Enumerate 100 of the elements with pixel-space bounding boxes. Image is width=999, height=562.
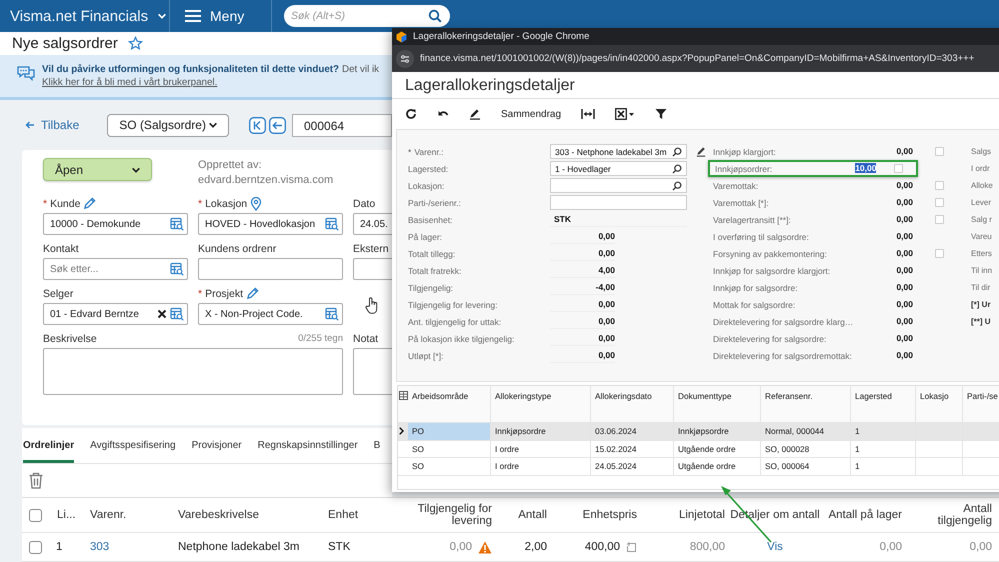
lookup-field[interactable]: Søk etter... bbox=[43, 258, 188, 280]
search-icon[interactable] bbox=[672, 146, 682, 156]
grid-row[interactable]: SO I ordre 15.02.2024 Utgående ordre SO, 000028 1 bbox=[398, 440, 999, 458]
table-cell: 24.05.2024 bbox=[595, 461, 637, 472]
pencil-icon[interactable] bbox=[246, 287, 260, 300]
grid-row[interactable]: SO I ordre 24.05.2024 Utgående ordre SO, 000064 1 bbox=[398, 458, 999, 476]
search-icon[interactable] bbox=[672, 180, 682, 190]
table-cell: SO, 000028 bbox=[765, 444, 810, 454]
column-header[interactable]: Antall på lager bbox=[828, 509, 902, 521]
input-field[interactable] bbox=[550, 195, 687, 210]
field-label: Varemottak [*]: bbox=[713, 198, 770, 208]
table-cell: PO bbox=[412, 426, 424, 436]
lookup-icon[interactable] bbox=[170, 217, 184, 231]
search-icon[interactable] bbox=[672, 164, 682, 174]
lookup-field[interactable]: 10000 - Demokunde bbox=[43, 213, 188, 235]
checkbox[interactable] bbox=[934, 181, 944, 190]
value-text: STK bbox=[550, 212, 687, 227]
checkbox[interactable] bbox=[28, 508, 42, 522]
column-header[interactable]: Allokeringsdato bbox=[595, 391, 652, 401]
field-label: Parti-/serienr.: bbox=[408, 198, 461, 208]
column-header[interactable]: Varebeskrivelse bbox=[178, 509, 259, 521]
column-header[interactable]: Referansenr. bbox=[765, 391, 813, 401]
checkbox[interactable] bbox=[28, 540, 42, 554]
edit-icon[interactable] bbox=[469, 108, 481, 120]
input-field[interactable] bbox=[198, 258, 343, 280]
lookup-icon[interactable] bbox=[325, 307, 339, 321]
previous-record-button[interactable] bbox=[269, 116, 286, 134]
filter-icon[interactable] bbox=[655, 108, 668, 120]
field-label: Alloke bbox=[971, 181, 993, 190]
order-number-field[interactable]: 000064 bbox=[292, 114, 392, 136]
lookup-icon[interactable] bbox=[325, 217, 339, 231]
edit-icon[interactable] bbox=[696, 146, 707, 157]
column-header[interactable]: Varenr. bbox=[90, 509, 126, 521]
created-by-value: edvard.berntzen.visma.com bbox=[198, 173, 334, 188]
checkbox[interactable] bbox=[934, 215, 944, 224]
value-text: 0,00 bbox=[895, 213, 913, 226]
column-header[interactable]: Enhet bbox=[328, 509, 358, 521]
field-label: Forsyning av pakkemontering: bbox=[713, 248, 828, 258]
status-dropdown[interactable]: Åpen bbox=[43, 158, 152, 181]
column-header[interactable]: Arbeidsområde bbox=[412, 391, 468, 401]
field-label: Utløpt [*]: bbox=[408, 350, 444, 360]
back-link[interactable]: Tilbake bbox=[25, 118, 108, 132]
search-icon[interactable] bbox=[428, 9, 442, 23]
table-cell: 1 bbox=[855, 461, 860, 472]
link[interactable]: 303 bbox=[90, 541, 110, 553]
star-icon[interactable] bbox=[128, 36, 143, 51]
column-header[interactable]: Tilgjengelig for levering bbox=[402, 503, 492, 527]
order-type-dropdown[interactable]: SO (Salgsordre) bbox=[107, 114, 229, 136]
tab[interactable]: Provisjoner bbox=[192, 428, 242, 463]
field-label: Innkjøp for salgsordre: bbox=[713, 282, 799, 292]
lookup-field[interactable]: 1 - Hovedlager bbox=[550, 161, 687, 176]
checkbox[interactable] bbox=[934, 249, 944, 258]
banner-link[interactable]: Klikk her for å bli med i vårt brukerpanel. bbox=[42, 77, 218, 88]
column-header[interactable]: Lokasjo bbox=[920, 391, 949, 401]
checkbox[interactable] bbox=[934, 198, 944, 207]
back-arrow-icon bbox=[25, 120, 35, 130]
first-record-button[interactable] bbox=[249, 116, 266, 134]
lookup-field[interactable]: X - Non-Project Code. bbox=[198, 303, 343, 325]
column-header[interactable]: Linjetotal bbox=[678, 509, 725, 521]
tab[interactable]: B bbox=[374, 428, 380, 463]
checkbox[interactable] bbox=[934, 147, 944, 156]
site-settings-icon[interactable] bbox=[396, 50, 414, 68]
column-header[interactable]: Li... bbox=[57, 509, 76, 521]
link[interactable]: Vis bbox=[767, 541, 783, 553]
text-area[interactable] bbox=[43, 348, 343, 395]
tab[interactable]: Regnskapsinnstillinger bbox=[258, 428, 358, 463]
caret-icon bbox=[131, 164, 141, 174]
lookup-field[interactable]: HOVED - Hovedlokasjon bbox=[198, 213, 343, 235]
lookup-field[interactable] bbox=[550, 178, 687, 193]
fit-columns-icon[interactable] bbox=[581, 108, 596, 120]
column-settings-icon[interactable] bbox=[399, 391, 408, 400]
tab[interactable]: Avgiftsspesifisering bbox=[90, 428, 176, 463]
column-header[interactable]: Antall tilgjengelig bbox=[907, 503, 992, 527]
table-cell: Utgående ordre bbox=[678, 444, 736, 454]
column-header[interactable]: Lagersted bbox=[855, 391, 892, 401]
field-label: Vareu bbox=[971, 232, 992, 241]
refresh-icon[interactable] bbox=[405, 108, 417, 120]
column-header[interactable]: Parti-/se bbox=[967, 391, 998, 401]
value-text: 0,00 bbox=[895, 145, 913, 158]
export-icon[interactable] bbox=[615, 108, 636, 120]
field-label: Salg r bbox=[971, 215, 992, 224]
lookup-field[interactable]: 303 - Netphone ladekabel 3m bbox=[550, 144, 687, 159]
column-header[interactable]: Allokeringstype bbox=[495, 391, 552, 401]
lookup-icon[interactable] bbox=[170, 262, 184, 276]
window-title: Lagerallokeringsdetaljer - Google Chrome bbox=[413, 31, 590, 42]
lookup-field[interactable]: 01 - Edvard Berntze bbox=[43, 303, 188, 325]
pencil-icon[interactable] bbox=[83, 197, 96, 210]
checkbox[interactable] bbox=[894, 164, 903, 173]
column-header[interactable]: Dokumenttype bbox=[678, 391, 732, 401]
column-header[interactable]: Enhetspris bbox=[582, 509, 637, 521]
grid-row[interactable]: PO Innkjøpsordre 03.06.2024 Innkjøpsordre Normal, 000044 1 bbox=[398, 423, 999, 440]
column-header[interactable]: Antall bbox=[518, 509, 547, 521]
lookup-icon[interactable] bbox=[170, 307, 184, 321]
field-label: Innkjøp for salgsordre klargjort: bbox=[713, 266, 832, 276]
trash-icon[interactable] bbox=[28, 472, 44, 489]
required-mark: * bbox=[43, 198, 48, 210]
clear-icon[interactable] bbox=[157, 309, 167, 319]
reset-price-icon[interactable] bbox=[626, 542, 637, 552]
field-label: Beskrivelse bbox=[43, 332, 97, 344]
summary-button[interactable]: Sammendrag bbox=[501, 108, 562, 120]
